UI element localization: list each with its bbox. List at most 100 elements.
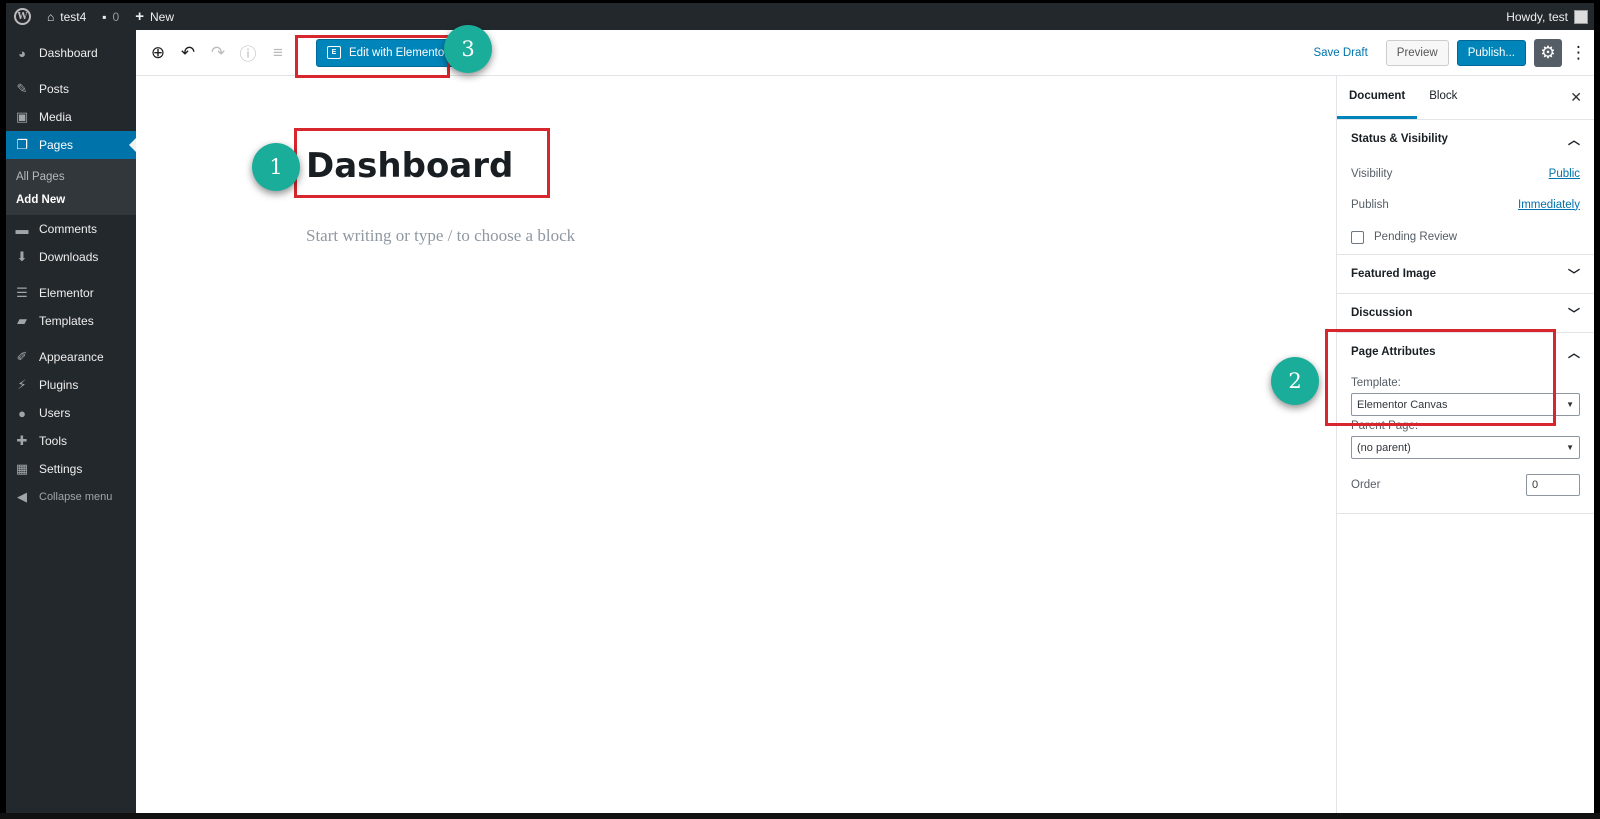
browser-frame: W ⌂ test4 ▪ 0 + New Howdy, test ◕ Dashbo… [6, 3, 1594, 813]
pages-submenu: All Pages Add New [6, 159, 136, 215]
sidebar-item-comments[interactable]: ▬ Comments [6, 215, 136, 243]
annotation-badge-3: 3 [444, 25, 492, 73]
tab-block[interactable]: Block [1417, 76, 1469, 119]
site-name-link[interactable]: ⌂ test4 [39, 3, 94, 30]
visibility-row: Visibility Public [1351, 158, 1580, 189]
sidebar-item-label: Collapse menu [39, 491, 113, 503]
settings-sidebar: Document Block ✕ Status & Visibility ︿ V… [1336, 76, 1594, 813]
sidebar-item-appearance[interactable]: ✐ Appearance [6, 343, 136, 371]
avatar [1574, 9, 1588, 24]
sidebar-item-pages[interactable]: ❐ Pages [6, 131, 136, 159]
download-icon: ⬇ [16, 249, 28, 264]
comments-count: 0 [112, 9, 120, 24]
comment-bubble-icon: ▪ [102, 9, 107, 24]
sidebar-item-elementor[interactable]: ☰ Elementor [6, 279, 136, 307]
sidebar-item-templates[interactable]: ▰ Templates [6, 307, 136, 335]
publish-row: Publish Immediately [1351, 189, 1580, 220]
info-icon[interactable]: ⓘ [234, 39, 262, 67]
gear-icon[interactable]: ⚙ [1534, 38, 1562, 67]
os-taskbar [0, 813, 1600, 819]
publish-date-link[interactable]: Immediately [1518, 199, 1580, 211]
new-content-link[interactable]: + New [127, 3, 182, 30]
sidebar-item-media[interactable]: ▣ Media [6, 103, 136, 131]
sidebar-item-users[interactable]: ● Users [6, 399, 136, 427]
submenu-add-new[interactable]: Add New [6, 188, 136, 211]
order-label: Order [1351, 479, 1381, 491]
section-heading: Discussion [1351, 307, 1413, 319]
pending-review-label: Pending Review [1374, 231, 1458, 243]
parent-selected-value: (no parent) [1357, 441, 1411, 454]
sidebar-item-label: Elementor [39, 286, 94, 300]
section-heading: Status & Visibility [1351, 133, 1448, 145]
admin-bar: W ⌂ test4 ▪ 0 + New Howdy, test [6, 3, 1594, 30]
visibility-link[interactable]: Public [1549, 168, 1580, 180]
preview-button[interactable]: Preview [1385, 39, 1449, 66]
redo-icon[interactable]: ↷ [204, 39, 232, 67]
pending-review-row: Pending Review [1351, 220, 1580, 254]
sidebar-item-posts[interactable]: ✎ Posts [6, 75, 136, 103]
admin-sidebar: ◕ Dashboard ✎ Posts ▣ Media ❐ Pages All … [6, 30, 136, 813]
status-visibility-section: Status & Visibility ︿ Visibility Public … [1337, 120, 1594, 255]
submenu-all-pages[interactable]: All Pages [6, 165, 136, 188]
wp-logo-menu[interactable]: W [6, 3, 39, 30]
sidebar-item-label: Downloads [39, 250, 99, 264]
publish-label: Publish [1351, 198, 1389, 211]
close-icon[interactable]: ✕ [1570, 89, 1582, 106]
block-placeholder[interactable]: Start writing or type / to choose a bloc… [306, 226, 575, 246]
home-icon: ⌂ [47, 9, 55, 24]
annotation-badge-1: 1 [252, 143, 300, 191]
plugin-icon: ⚡ [17, 377, 27, 392]
sidebar-item-label: Users [39, 406, 71, 420]
parent-page-select[interactable]: (no parent) ▼ [1351, 436, 1580, 459]
folder-icon: ▰ [17, 313, 27, 328]
sidebar-item-plugins[interactable]: ⚡ Plugins [6, 371, 136, 399]
order-input[interactable]: 0 [1526, 474, 1580, 496]
howdy-label: Howdy, test [1506, 9, 1568, 24]
publish-button[interactable]: Publish... [1456, 39, 1526, 66]
pin-icon: ✎ [16, 81, 28, 96]
visibility-label: Visibility [1351, 167, 1393, 180]
wrench-icon: ✚ [16, 433, 28, 448]
pending-review-checkbox[interactable] [1351, 230, 1364, 244]
undo-icon[interactable]: ↶ [174, 39, 202, 67]
annotation-box-elementor [295, 35, 450, 78]
pages-icon: ❐ [16, 137, 28, 152]
sidebar-item-label: Appearance [39, 350, 104, 364]
sidebar-collapse-menu[interactable]: ◀ Collapse menu [6, 483, 136, 511]
add-block-icon[interactable]: ⊕ [144, 39, 172, 67]
more-options-icon[interactable]: ⋮ [1570, 43, 1587, 63]
sidebar-item-label: Posts [39, 82, 70, 96]
chevron-down-icon: ﹀ [1567, 267, 1580, 282]
discussion-toggle[interactable]: Discussion ﹀ [1351, 294, 1580, 332]
chevron-down-icon: ﹀ [1567, 306, 1580, 321]
featured-image-toggle[interactable]: Featured Image ﹀ [1351, 255, 1580, 293]
brush-icon: ✐ [16, 349, 28, 364]
order-row: Order 0 [1351, 467, 1580, 503]
annotation-badge-2: 2 [1271, 357, 1319, 405]
comment-icon: ▬ [15, 221, 29, 237]
caret-down-icon: ▼ [1566, 443, 1574, 452]
annotation-box-title [294, 128, 550, 198]
tab-document[interactable]: Document [1337, 76, 1418, 119]
sidebar-item-label: Comments [39, 222, 98, 236]
sidebar-item-downloads[interactable]: ⬇ Downloads [6, 243, 136, 271]
chevron-up-icon: ︿ [1567, 132, 1580, 147]
sidebar-item-label: Media [39, 110, 72, 124]
discussion-section: Discussion ﹀ [1337, 294, 1594, 333]
sidebar-item-tools[interactable]: ✚ Tools [6, 427, 136, 455]
user-icon: ● [18, 405, 26, 421]
sidebar-item-settings[interactable]: ▦ Settings [6, 455, 136, 483]
sidebar-item-dashboard[interactable]: ◕ Dashboard [6, 39, 136, 67]
site-name-label: test4 [60, 9, 87, 24]
status-visibility-toggle[interactable]: Status & Visibility ︿ [1351, 120, 1580, 158]
my-account-menu[interactable]: Howdy, test [1506, 9, 1594, 24]
save-draft-button[interactable]: Save Draft [1313, 47, 1367, 59]
comments-link[interactable]: ▪ 0 [94, 3, 127, 30]
wordpress-icon: W [14, 8, 31, 25]
media-icon: ▣ [15, 109, 29, 124]
sidebar-item-label: Templates [39, 314, 94, 328]
outline-icon[interactable]: ≡ [264, 39, 292, 67]
new-label: New [149, 9, 174, 24]
section-heading: Featured Image [1351, 268, 1436, 280]
sidebar-item-label: Dashboard [39, 46, 98, 60]
